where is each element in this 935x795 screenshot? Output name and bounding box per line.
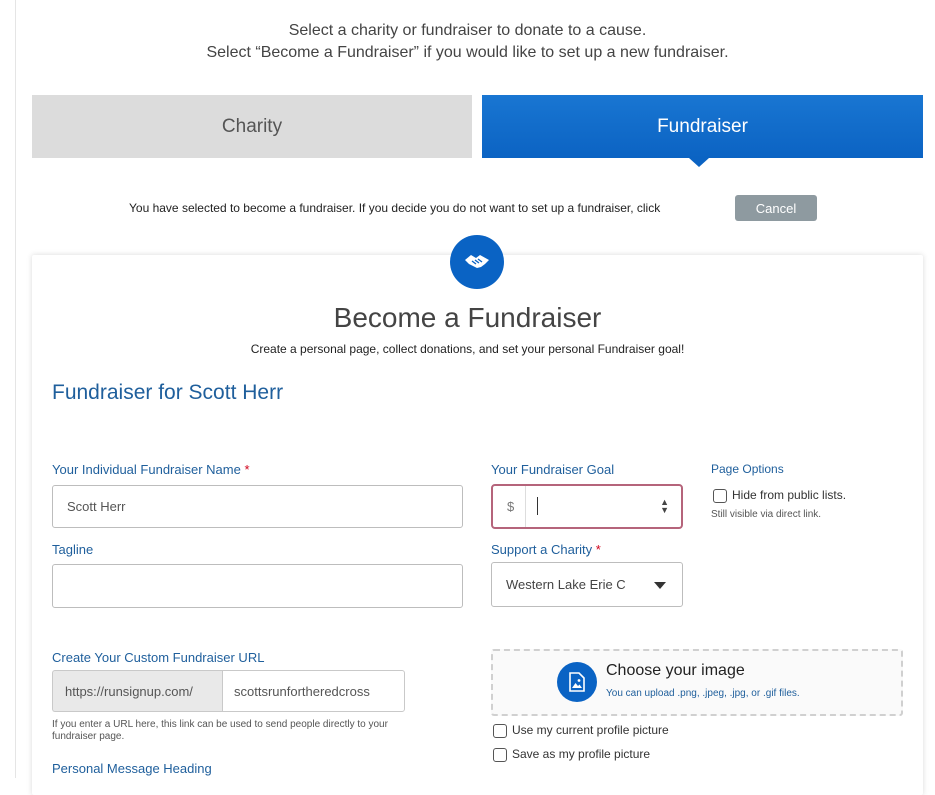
image-upload-icon[interactable] bbox=[557, 662, 597, 702]
save-profile-picture-label: Save as my profile picture bbox=[512, 747, 651, 761]
charity-label: Support a Charity * bbox=[491, 542, 601, 557]
text-caret bbox=[537, 497, 538, 515]
charity-select[interactable]: Western Lake Erie C bbox=[491, 562, 683, 607]
stepper-arrows-icon[interactable]: ▲ ▼ bbox=[660, 498, 669, 515]
personal-message-heading-label: Personal Message Heading bbox=[52, 761, 212, 776]
fundraiser-for-heading: Fundraiser for Scott Herr bbox=[52, 381, 284, 404]
tagline-label: Tagline bbox=[52, 542, 94, 557]
name-label-text: Your Individual Fundraiser Name bbox=[52, 462, 241, 477]
url-help-line-1: If you enter a URL here, this link can b… bbox=[52, 719, 388, 730]
fundraiser-name-value: Scott Herr bbox=[67, 499, 126, 514]
tab-charity[interactable]: Charity bbox=[32, 95, 472, 158]
charity-label-text: Support a Charity bbox=[491, 542, 593, 557]
page-options-label: Page Options bbox=[711, 462, 784, 476]
fundraiser-notice: You have selected to become a fundraiser… bbox=[129, 201, 661, 215]
hide-from-lists-note: Still visible via direct link. bbox=[711, 509, 822, 520]
intro-line-2: Select “Become a Fundraiser” if you woul… bbox=[206, 44, 729, 61]
chevron-down-icon bbox=[654, 582, 666, 589]
image-file-types: You can upload .png, .jpeg, .jpg, or .gi… bbox=[606, 688, 800, 699]
left-border bbox=[15, 0, 16, 778]
url-help-line-2: fundraiser page. bbox=[52, 731, 125, 742]
use-profile-picture-checkbox[interactable] bbox=[493, 724, 507, 738]
selected-tab-pointer bbox=[689, 158, 709, 167]
charity-select-value: Western Lake Erie C bbox=[506, 577, 626, 592]
image-upload-dropzone[interactable] bbox=[491, 649, 903, 716]
save-profile-picture-checkbox[interactable] bbox=[493, 748, 507, 762]
currency-symbol: $ bbox=[507, 499, 515, 514]
use-profile-picture-label: Use my current profile picture bbox=[512, 723, 669, 737]
url-label: Create Your Custom Fundraiser URL bbox=[52, 650, 265, 665]
tab-fundraiser[interactable]: Fundraiser bbox=[482, 95, 923, 158]
handshake-icon bbox=[450, 235, 504, 289]
intro-line-1: Select a charity or fundraiser to donate… bbox=[288, 22, 647, 39]
fundraiser-name-input[interactable]: Scott Herr bbox=[52, 485, 463, 528]
required-mark: * bbox=[595, 542, 601, 557]
custom-url-input[interactable]: scottsrunfortheredcross bbox=[222, 670, 405, 712]
form-subtitle: Create a personal page, collect donation… bbox=[250, 342, 685, 356]
name-label: Your Individual Fundraiser Name * bbox=[52, 462, 250, 477]
cancel-button[interactable]: Cancel bbox=[735, 195, 817, 221]
currency-divider bbox=[525, 486, 526, 527]
tagline-input[interactable] bbox=[52, 564, 463, 608]
form-title: Become a Fundraiser bbox=[333, 302, 602, 333]
custom-url-value: scottsrunfortheredcross bbox=[234, 683, 370, 699]
goal-label: Your Fundraiser Goal bbox=[491, 462, 615, 477]
required-mark: * bbox=[244, 462, 250, 477]
hide-from-lists-label: Hide from public lists. bbox=[732, 488, 847, 502]
url-prefix: https://runsignup.com/ bbox=[52, 670, 222, 712]
goal-input[interactable]: $ ▲ ▼ bbox=[491, 484, 683, 529]
choose-image-title[interactable]: Choose your image bbox=[606, 662, 745, 680]
hide-from-lists-checkbox[interactable] bbox=[713, 489, 727, 503]
